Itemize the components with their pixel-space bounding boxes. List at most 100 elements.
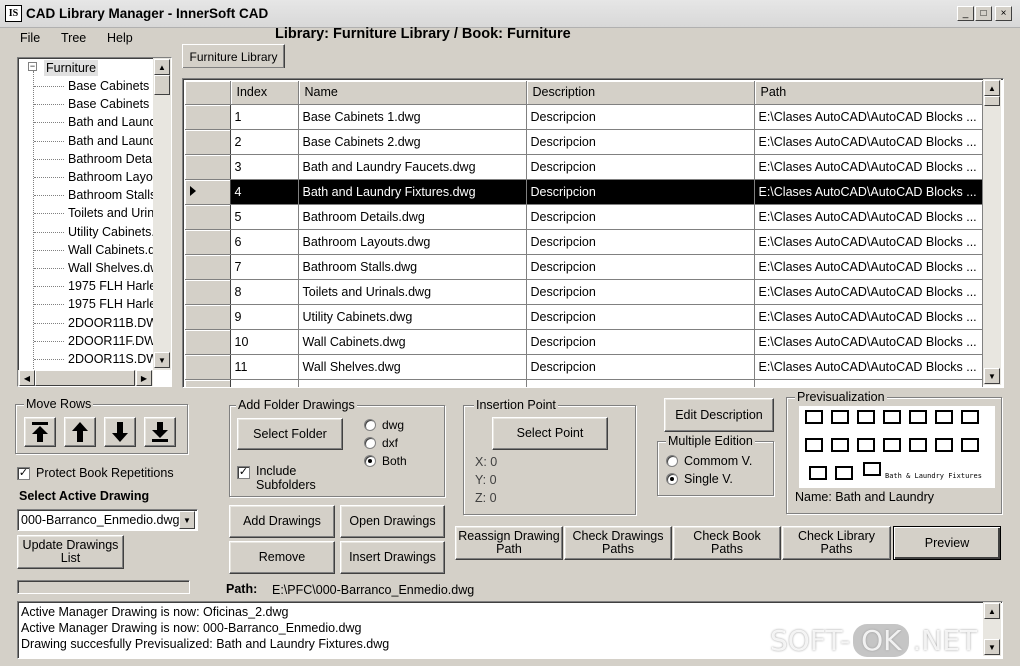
cell-index[interactable]: 8	[230, 279, 299, 305]
tree-item[interactable]: Base Cabinets 2	[68, 96, 158, 113]
cell-name[interactable]: Bath and Laundry Faucets.dwg	[298, 154, 527, 180]
grid-scroll-thumb[interactable]	[984, 96, 1000, 106]
scroll-thumb[interactable]	[154, 75, 170, 95]
cell-name[interactable]: Bathroom Stalls.dwg	[298, 254, 527, 280]
cell-name[interactable]: Base Cabinets 1.dwg	[298, 104, 527, 130]
tree-horizontal-scrollbar[interactable]: ◀ ▶	[18, 370, 153, 386]
menu-tree[interactable]: Tree	[61, 31, 86, 45]
cell-index[interactable]: 6	[230, 229, 299, 255]
cell-description[interactable]: Descripcion	[526, 179, 755, 205]
tree-item[interactable]: Base Cabinets 1	[68, 78, 158, 95]
include-subfolders-check[interactable]: ✓	[237, 466, 250, 479]
radio-dwg[interactable]: dwg	[364, 418, 404, 432]
cell-description[interactable]: Descripcion	[526, 354, 755, 380]
row-selector[interactable]	[185, 254, 231, 280]
move-to-bottom-button[interactable]	[144, 417, 176, 447]
tree-item[interactable]: Bathroom Details	[68, 151, 158, 168]
check-library-paths-button[interactable]: Check Library Paths	[782, 526, 891, 560]
collapse-icon[interactable]: −	[28, 62, 37, 71]
update-drawings-list-button[interactable]: Update Drawings List	[17, 535, 124, 569]
tree-item[interactable]: 1975 FLH Harley	[68, 296, 158, 313]
scroll-left-icon[interactable]: ◀	[19, 370, 35, 386]
move-to-top-button[interactable]	[24, 417, 56, 447]
move-down-button[interactable]	[104, 417, 136, 447]
row-selector[interactable]	[185, 229, 231, 255]
cell-description[interactable]: Descripcion	[526, 154, 755, 180]
grid-scroll-down-icon[interactable]: ▼	[984, 368, 1000, 384]
cell-index[interactable]: 1	[230, 104, 299, 130]
open-drawings-button[interactable]: Open Drawings	[340, 505, 445, 538]
maximize-button[interactable]: □	[975, 6, 992, 21]
tree-item[interactable]: 1975 FLH Harley	[68, 278, 158, 295]
radio-common-value[interactable]: Commom V.	[666, 454, 752, 468]
table-row[interactable]: 3 Bath and Laundry Faucets.dwg Descripcion…	[185, 154, 983, 180]
cell-name[interactable]: Bathroom Layouts.dwg	[298, 229, 527, 255]
column-header-index[interactable]: Index	[230, 81, 299, 105]
reassign-drawing-path-button[interactable]: Reassign Drawing Path	[455, 526, 563, 560]
remove-button[interactable]: Remove	[229, 541, 335, 574]
tree-item[interactable]: 2DOOR11B.DWG	[68, 315, 158, 332]
table-row[interactable]: 5 Bathroom Details.dwg Descripcion E:\Clase…	[185, 204, 983, 230]
grid-vertical-scrollbar[interactable]: ▲ ▼	[983, 79, 1001, 385]
table-row[interactable]: 7 Bathroom Stalls.dwg Descripcion E:\Clases…	[185, 254, 983, 280]
cell-name[interactable]: Base Cabinets 2.dwg	[298, 129, 527, 155]
menu-file[interactable]: File	[20, 31, 40, 45]
log-scroll-down-icon[interactable]: ▼	[984, 639, 1000, 655]
check-drawings-paths-button[interactable]: Check Drawings Paths	[564, 526, 672, 560]
column-header-name[interactable]: Name	[298, 81, 527, 105]
insert-drawings-button[interactable]: Insert Drawings	[340, 541, 445, 574]
column-header-path[interactable]: Path	[754, 81, 983, 105]
row-selector[interactable]	[185, 179, 231, 205]
table-row[interactable]: 10 Wall Cabinets.dwg Descripcion E:\Clases …	[185, 329, 983, 355]
cell-name[interactable]: Wall Cabinets.dwg	[298, 329, 527, 355]
cell-description[interactable]: Descripcion	[526, 204, 755, 230]
cell-path[interactable]: E:\Clases AutoCAD\AutoCAD Blocks ...	[754, 104, 983, 130]
cell-index[interactable]: 4	[230, 179, 299, 205]
column-header-description[interactable]: Description	[526, 81, 755, 105]
cell-name[interactable]: Bathroom Details.dwg	[298, 204, 527, 230]
row-selector[interactable]	[185, 129, 231, 155]
row-selector[interactable]	[185, 279, 231, 305]
scroll-up-icon[interactable]: ▲	[154, 59, 170, 75]
radio-dxf[interactable]: dxf	[364, 436, 398, 450]
move-up-button[interactable]	[64, 417, 96, 447]
cell-name[interactable]: Bath and Laundry Fixtures.dwg	[298, 179, 527, 205]
radio-dwg-circle[interactable]	[364, 419, 376, 431]
dropdown-arrow-icon[interactable]: ▼	[179, 511, 195, 529]
row-selector[interactable]	[185, 154, 231, 180]
scroll-down-icon[interactable]: ▼	[154, 352, 170, 368]
row-selector[interactable]	[185, 104, 231, 130]
active-drawing-select[interactable]: 000-Barranco_Enmedio.dwg ▼	[17, 509, 198, 531]
table-row[interactable]: 2 Base Cabinets 2.dwg Descripcion E:\Clases…	[185, 129, 983, 155]
radio-both[interactable]: Both	[364, 454, 407, 468]
cell-index[interactable]: 10	[230, 329, 299, 355]
table-row[interactable]: 1 Base Cabinets 1.dwg Descripcion E:\Clases…	[185, 104, 983, 130]
preview-button[interactable]: Preview	[893, 526, 1001, 560]
tree-root-furniture[interactable]: Furniture	[44, 60, 99, 76]
tree-item[interactable]: Bath and Laundry	[68, 114, 158, 131]
table-row[interactable]: 11 Wall Shelves.dwg Descripcion E:\Clases A…	[185, 354, 983, 380]
cell-path[interactable]: E:\Clases AutoCAD\AutoCAD Blocks ...	[754, 304, 983, 330]
add-drawings-button[interactable]: Add Drawings	[229, 505, 335, 538]
include-subfolders-checkbox[interactable]: ✓ Include Subfolders	[237, 464, 326, 492]
cell-description[interactable]: Descripcion	[526, 254, 755, 280]
tree-item[interactable]: 2DOOR11S.DWG	[68, 351, 158, 368]
radio-dxf-circle[interactable]	[364, 437, 376, 449]
table-row[interactable]: 9 Utility Cabinets.dwg Descripcion E:\Clase…	[185, 304, 983, 330]
table-row[interactable]: 4 Bath and Laundry Fixtures.dwg Descripcio…	[185, 179, 983, 205]
tree-item[interactable]: Bath and Laundry	[68, 133, 158, 150]
cell-path[interactable]: E:\Clases AutoCAD\AutoCAD Blocks ...	[754, 329, 983, 355]
cell-index[interactable]: 3	[230, 154, 299, 180]
grid-scroll-up-icon[interactable]: ▲	[984, 80, 1000, 96]
radio-single-value[interactable]: Single V.	[666, 472, 733, 486]
hscroll-thumb[interactable]	[35, 370, 135, 386]
check-book-paths-button[interactable]: Check Book Paths	[673, 526, 781, 560]
tree-item[interactable]: Wall Cabinets.dwg	[68, 242, 158, 259]
cell-index[interactable]: 9	[230, 304, 299, 330]
select-folder-button[interactable]: Select Folder	[237, 418, 343, 450]
radio-common-circle[interactable]	[666, 455, 678, 467]
cell-index[interactable]: 7	[230, 254, 299, 280]
row-selector[interactable]	[185, 354, 231, 380]
cell-path[interactable]: E:\Clases AutoCAD\AutoCAD Blocks ...	[754, 354, 983, 380]
protect-repetitions-checkbox[interactable]: ✓ Protect Book Repetitions	[17, 466, 174, 480]
